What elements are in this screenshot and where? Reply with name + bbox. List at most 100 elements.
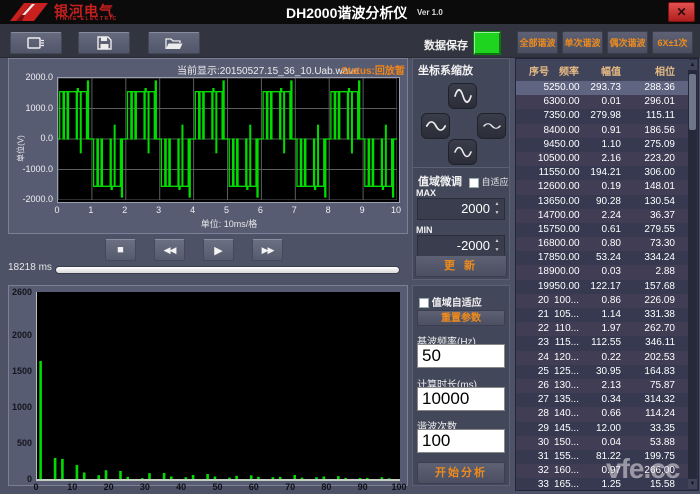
playback-progress-bar[interactable] [55,266,400,274]
close-button[interactable]: ✕ [668,2,695,22]
table-row[interactable]: 26 130... 2.13 75.87 [516,378,689,394]
max-label: MAX [416,188,436,198]
app-title: DH2000谐波分析仪 [286,5,408,21]
table-row[interactable]: 33 165... 1.25 15.58 [516,478,689,490]
reset-params-button[interactable]: 重置参数 [417,310,505,326]
tick-label: 10 [390,205,401,215]
table-row[interactable]: 7 350.00 279.98 115.11 [516,109,689,124]
fundamental-freq-input[interactable] [417,344,505,368]
table-cell: 226.09 [644,294,675,306]
range-adaptive-checkbox[interactable] [419,298,429,309]
table-cell: 29 [537,422,549,434]
table-cell: 105... [553,309,579,320]
duration-input[interactable] [417,387,505,411]
table-cell: 306.00 [644,167,675,179]
tick-label: 500 [16,438,32,449]
start-analysis-button[interactable]: 开始分析 [417,462,505,484]
harmonics-filter-tab[interactable]: 单次谐波 [562,31,603,54]
min-spinner-arrows[interactable]: ▲ ▼ [492,237,502,255]
harmonics-filter-tabs: 全部谐波 单次谐波 偶次谐波 6X±1次 [517,31,699,55]
scroll-up-icon[interactable]: ▲ [688,60,697,70]
table-row[interactable]: 31 155... 81.22 199.75 [516,449,689,465]
table-row[interactable]: 10 500.00 2.16 223.20 [516,151,689,167]
table-cell: 950.00 [549,280,580,292]
table-cell: 115.11 [645,110,675,122]
table-row[interactable]: 29 145... 12.00 33.35 [516,421,689,436]
table-row[interactable]: 30 150... 0.04 53.88 [516,435,689,450]
app-version: Ver 1.0 [417,8,443,17]
spin-up-icon[interactable]: ▲ [495,238,500,244]
harmonics-filter-tab[interactable]: 偶次谐波 [607,31,648,54]
table-row[interactable]: 5 250.00 293.73 288.36 [516,81,689,96]
table-row[interactable]: 16 800.00 0.80 73.30 [516,237,689,252]
scrollbar-thumb[interactable] [689,74,696,130]
table-cell: 262.70 [644,323,675,335]
max-spinner-arrows[interactable]: ▲ ▼ [492,200,502,218]
table-row[interactable]: 6 300.00 0.01 296.01 [516,95,689,110]
table-row[interactable]: 19 950.00 122.17 157.68 [516,279,689,294]
min-spinbox[interactable]: -2000 ▲ ▼ [417,235,505,257]
adaptive-checkbox[interactable] [469,177,479,188]
company-name-en: YINHE ELECTRIC [55,16,118,22]
spin-down-icon[interactable]: ▼ [495,247,500,253]
table-row[interactable]: 22 110... 1.97 262.70 [516,322,689,337]
table-cell: 148.01 [644,181,675,193]
stop-button[interactable]: ■ [105,239,136,261]
table-cell: 53.88 [649,436,675,448]
table-cell: 14 [537,209,549,221]
rewind-button[interactable]: ◀◀ [154,239,185,261]
device-button[interactable] [10,32,62,54]
table-row[interactable]: 11 550.00 194.21 306.00 [516,166,689,181]
table-row[interactable]: 27 135... 0.34 314.32 [516,393,689,408]
table-row[interactable]: 14 700.00 2.24 36.37 [516,208,689,223]
harmonics-filter-tab[interactable]: 6X±1次 [652,31,693,54]
zoom-time-in-button[interactable] [448,139,477,165]
harmonic-order-input[interactable] [417,429,505,453]
table-row[interactable]: 12 600.00 0.19 148.01 [516,180,689,195]
column-header[interactable]: 幅值 [579,63,621,78]
table-row[interactable]: 32 160... 0.97 266.00 [516,464,689,479]
update-button[interactable]: 更 新 [415,255,507,277]
table-row[interactable]: 23 115... 112.55 346.11 [516,336,689,351]
folder-open-icon [165,37,183,49]
playback-controls: ■ ◀◀ ▶ ▶▶ [105,239,283,261]
table-row[interactable]: 28 140... 0.66 114.24 [516,407,689,422]
fast-forward-button[interactable]: ▶▶ [252,239,283,261]
column-header[interactable]: 频率 [549,63,579,78]
table-cell: 500.00 [549,152,580,164]
save-button[interactable] [78,32,130,54]
spectrum-plot [36,292,400,481]
zoom-amplitude-in-button[interactable] [448,83,477,109]
tick-label: 1000 [11,402,32,413]
table-cell: 288.36 [644,82,675,93]
table-cell: 100... [553,294,579,306]
table-header: 序号 频率 幅值 相位 [516,59,689,82]
zoom-time-out-button[interactable] [421,113,450,139]
column-header[interactable]: 序号 [516,63,549,78]
table-row[interactable]: 15 750.00 0.61 279.55 [516,222,689,238]
table-row[interactable]: 25 125... 30.95 164.83 [516,364,689,379]
table-cell: 0.86 [601,294,621,306]
harmonics-filter-tab[interactable]: 全部谐波 [517,31,558,54]
max-spinbox[interactable]: 2000 ▲ ▼ [417,198,505,220]
table-row[interactable]: 21 105... 1.14 331.38 [516,308,689,323]
column-header[interactable]: 相位 [621,63,675,78]
tick-label: -2000.0 [22,194,53,204]
table-row[interactable]: 13 650.00 90.28 130.54 [516,194,689,209]
table-row[interactable]: 20 100... 0.86 226.09 [516,293,689,308]
scroll-down-icon[interactable]: ▼ [688,479,697,489]
table-row[interactable]: 24 120... 0.22 202.53 [516,350,689,365]
table-scrollbar[interactable]: ▲ ▼ [688,60,697,489]
table-row[interactable]: 17 850.00 53.24 334.24 [516,251,689,266]
zoom-amplitude-out-button[interactable] [477,113,506,139]
table-row[interactable]: 8 400.00 0.91 186.56 [516,123,689,138]
table-row[interactable]: 18 900.00 0.03 2.88 [516,265,689,280]
tick-label: 8 [325,205,331,215]
table-cell: 36.37 [649,209,675,221]
spin-up-icon[interactable]: ▲ [495,201,500,207]
play-button[interactable]: ▶ [203,239,234,261]
spin-down-icon[interactable]: ▼ [495,210,500,216]
table-row[interactable]: 9 450.00 1.10 275.09 [516,137,689,152]
open-file-button[interactable] [148,32,200,54]
tick-label: 1500 [11,366,32,377]
